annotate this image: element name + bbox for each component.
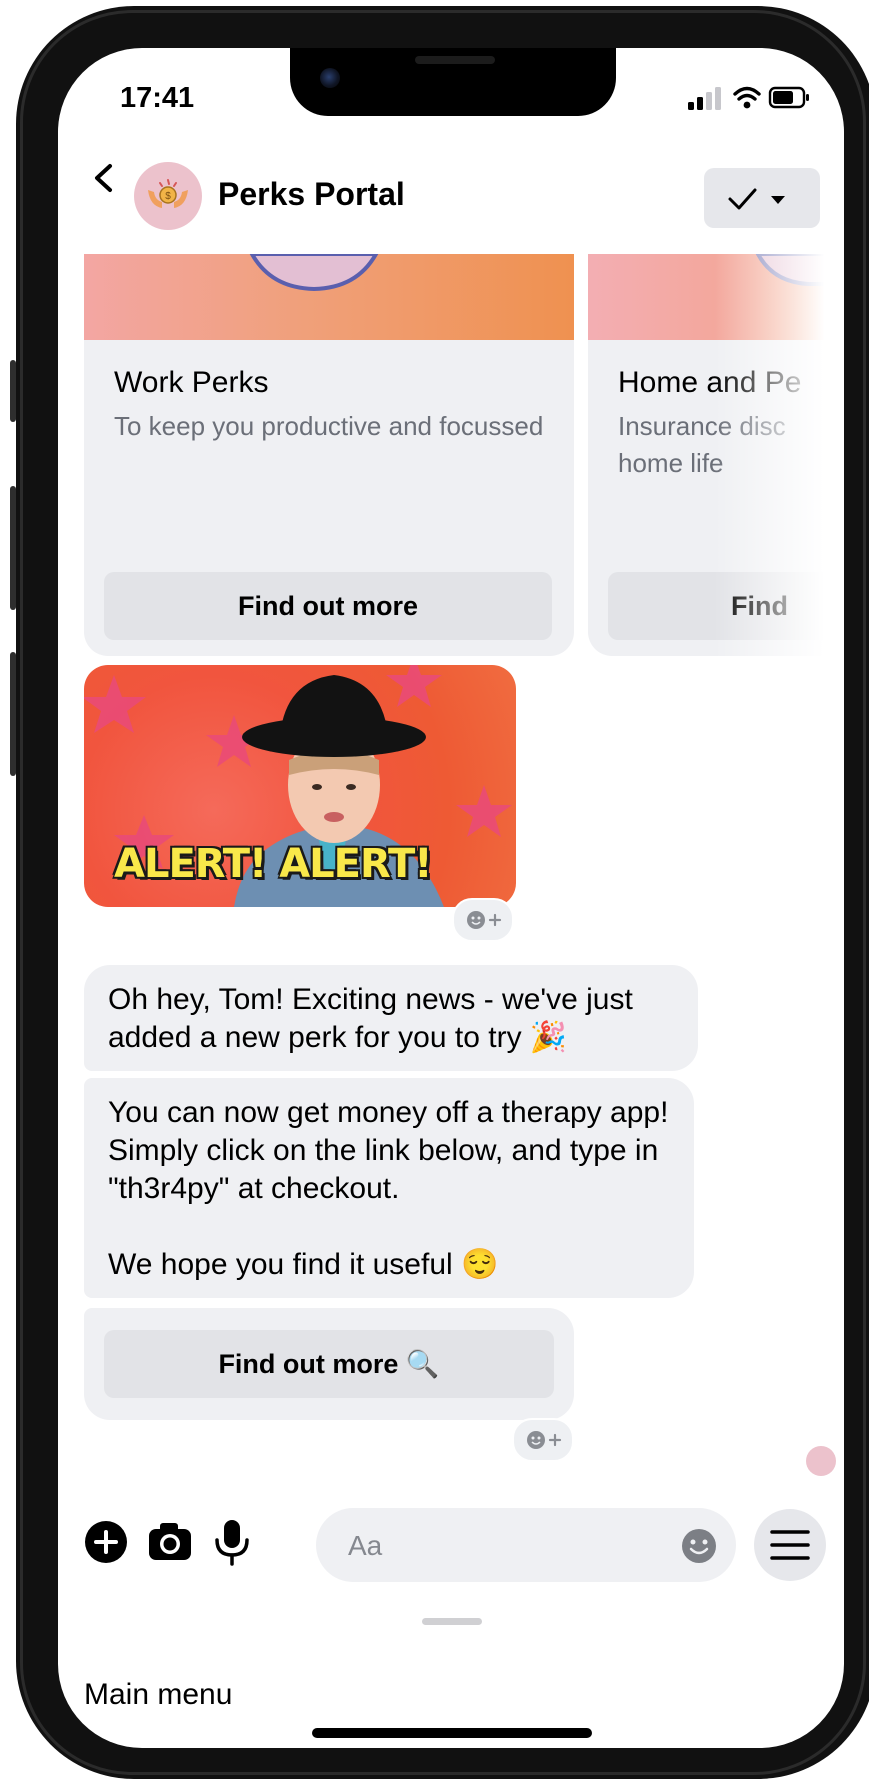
find-out-more-link-button[interactable]: Find out more 🔍 bbox=[104, 1330, 554, 1398]
mute-switch bbox=[10, 360, 16, 422]
status-time: 17:41 bbox=[120, 82, 195, 114]
chat-title: Perks Portal bbox=[218, 176, 405, 212]
card-banner-image bbox=[84, 254, 574, 340]
menu-button[interactable] bbox=[754, 1509, 826, 1581]
perks-logo-icon: $ bbox=[148, 179, 188, 208]
find-out-more-button[interactable]: Find out more bbox=[104, 572, 552, 640]
card-subtitle: To keep you productive and focussed bbox=[114, 411, 544, 441]
volume-down-button bbox=[10, 652, 16, 776]
gif-caption: ALERT! ALERT! bbox=[114, 841, 433, 887]
menu-icon bbox=[770, 1530, 810, 1560]
battery-icon bbox=[768, 86, 809, 109]
home-indicator[interactable] bbox=[312, 1728, 592, 1738]
back-icon[interactable] bbox=[84, 158, 124, 198]
main-menu-label[interactable]: Main menu bbox=[84, 1678, 232, 1712]
card-title: Work Perks bbox=[114, 366, 269, 399]
wifi-icon bbox=[733, 86, 761, 101]
caret-down-icon bbox=[771, 196, 785, 204]
message-bubble: You can now get money off a therapy app!… bbox=[84, 1078, 694, 1298]
status-icons bbox=[688, 86, 809, 110]
done-dropdown-button[interactable] bbox=[704, 168, 820, 228]
svg-text:$: $ bbox=[165, 191, 171, 202]
carousel-fade bbox=[714, 254, 844, 656]
camera-icon[interactable] bbox=[146, 1518, 194, 1566]
plus-icon[interactable] bbox=[82, 1518, 130, 1566]
checkmark-icon bbox=[728, 188, 757, 210]
seen-avatar bbox=[806, 1446, 836, 1476]
emoji-icon[interactable] bbox=[680, 1527, 718, 1565]
front-camera bbox=[320, 68, 340, 88]
gif-message[interactable]: ALERT! ALERT! bbox=[84, 665, 516, 907]
bot-avatar[interactable]: $ bbox=[134, 162, 202, 230]
add-reaction-icon bbox=[527, 1431, 562, 1449]
message-input-container bbox=[316, 1508, 736, 1584]
sheet-grabber[interactable] bbox=[422, 1618, 482, 1625]
screen: 17:41 $ Perks Portal Work Perks To keep … bbox=[58, 48, 844, 1748]
message-bubble: Oh hey, Tom! Exciting news - we've just … bbox=[84, 965, 698, 1071]
add-reaction-icon bbox=[467, 911, 502, 929]
volume-up-button bbox=[10, 486, 16, 610]
carousel-card-work-perks[interactable]: Work Perks To keep you productive and fo… bbox=[84, 254, 574, 656]
microphone-icon[interactable] bbox=[208, 1518, 256, 1566]
signal-icon bbox=[688, 102, 694, 110]
notch bbox=[290, 48, 616, 116]
add-reaction-button[interactable] bbox=[452, 898, 514, 942]
add-reaction-button[interactable] bbox=[512, 1418, 574, 1462]
message-input[interactable] bbox=[346, 1508, 670, 1584]
speaker bbox=[415, 56, 495, 64]
link-message: Find out more 🔍 bbox=[84, 1308, 574, 1420]
